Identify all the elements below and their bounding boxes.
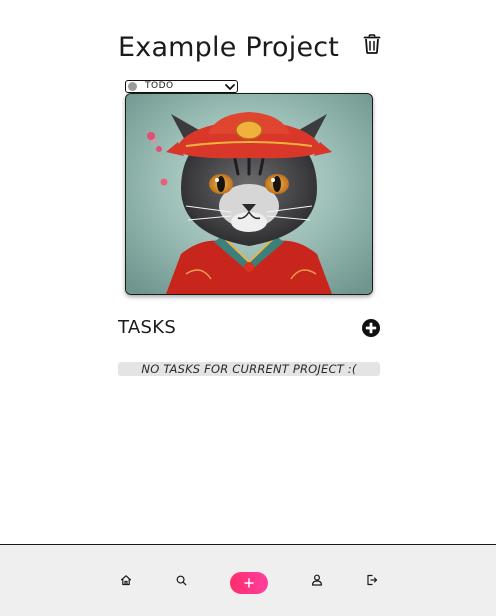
project-page: Example Project TODO TASKS NO TASKS FOR …: [0, 0, 496, 616]
tasks-section-header: TASKS: [118, 316, 382, 340]
nav-add-button[interactable]: [230, 572, 268, 594]
cat-portrait-image: [126, 94, 372, 294]
nav-profile-button[interactable]: [309, 572, 325, 588]
trash-icon: [363, 34, 381, 54]
bottom-navigation-bar: [0, 544, 496, 616]
user-icon: [311, 574, 323, 586]
delete-project-button[interactable]: [363, 34, 381, 54]
chevron-down-icon: [225, 83, 235, 90]
status-select-value: TODO: [145, 81, 174, 91]
add-task-button[interactable]: [362, 319, 380, 337]
project-header: Example Project: [118, 30, 382, 70]
nav-logout-button[interactable]: [364, 572, 380, 588]
nav-search-button[interactable]: [173, 572, 189, 588]
empty-tasks-message: NO TASKS FOR CURRENT PROJECT :(: [118, 362, 380, 376]
status-select[interactable]: TODO: [125, 80, 238, 93]
tasks-heading: TASKS: [118, 317, 177, 338]
search-icon: [176, 575, 186, 585]
home-icon: [120, 575, 132, 586]
plus-circle-icon: [362, 319, 380, 337]
project-title: Example Project: [118, 32, 340, 63]
status-dot: [128, 82, 137, 91]
plus-icon: [244, 578, 254, 588]
logout-icon: [367, 574, 378, 586]
nav-home-button[interactable]: [118, 572, 134, 588]
project-image: [125, 93, 373, 295]
